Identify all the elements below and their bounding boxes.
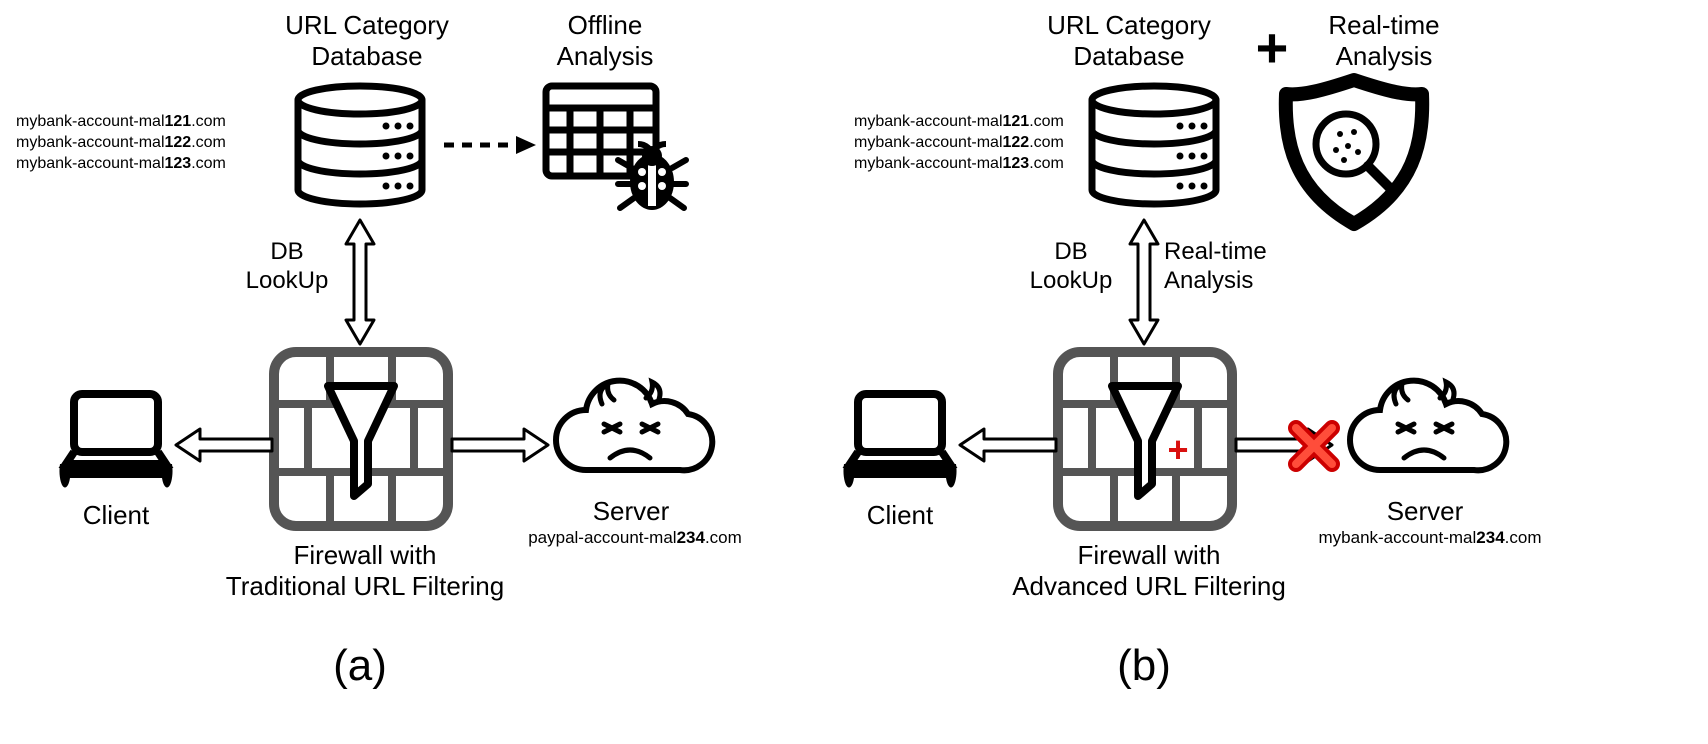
url-list-a: mybank-account-mal121.com mybank-account… [16, 112, 226, 174]
txt: Real-timeAnalysis [1164, 238, 1267, 294]
txt: DBLookUp [1030, 238, 1113, 294]
laptop-icon [56, 388, 176, 488]
panel-tag-a: (a) [320, 640, 400, 693]
url-row: mybank-account-mal123.com [16, 154, 226, 175]
s: .com [705, 528, 742, 547]
s: .com [191, 113, 226, 130]
s: .com [1029, 155, 1064, 172]
p: mybank-account-mal [854, 155, 1003, 172]
evil-cloud-icon [1340, 380, 1510, 490]
txt: Firewall withTraditional URL Filtering [226, 540, 504, 601]
p: mybank-account-mal [854, 134, 1003, 151]
database-icon [1084, 84, 1224, 212]
evil-cloud-icon [546, 380, 716, 490]
b: 123 [165, 155, 192, 172]
p: mybank-account-mal [16, 113, 165, 130]
b: 234 [1476, 528, 1504, 547]
b: 122 [165, 134, 192, 151]
label-db-header-b: URL CategoryDatabase [999, 10, 1259, 72]
label-server-url-a: paypal-account-mal234.com [500, 528, 770, 548]
offline-analysis-icon [540, 80, 690, 220]
label-offline-header: OfflineAnalysis [505, 10, 705, 72]
firewall-icon [268, 346, 454, 532]
txt: Client [83, 500, 149, 530]
url-list-b: mybank-account-mal121.com mybank-account… [854, 112, 1064, 174]
shield-scan-icon [1274, 72, 1434, 232]
double-arrow-vertical-icon [342, 218, 378, 346]
label-db-header-a: URL CategoryDatabase [237, 10, 497, 72]
red-plus-icon: + [1158, 428, 1198, 471]
txt: (a) [333, 641, 387, 690]
block-x-icon [1286, 418, 1342, 474]
txt: URL CategoryDatabase [1047, 10, 1211, 71]
url-row: mybank-account-mal121.com [854, 112, 1064, 133]
label-fw-caption-b: Firewall withAdvanced URL Filtering [994, 540, 1304, 602]
panel-a: URL CategoryDatabase OfflineAnalysis myb… [0, 0, 854, 744]
panel-b: URL CategoryDatabase + Real-timeAnalysis… [854, 0, 1708, 744]
txt: DBLookUp [246, 238, 329, 294]
txt: Client [867, 500, 933, 530]
arrow-left-icon [172, 425, 272, 465]
label-fw-caption-a: Firewall withTraditional URL Filtering [210, 540, 520, 602]
b: 121 [1003, 113, 1030, 130]
txt: OfflineAnalysis [557, 10, 654, 71]
label-server-b: Server [1340, 496, 1510, 527]
s: .com [1505, 528, 1542, 547]
label-client-a: Client [46, 500, 186, 531]
arrow-left-icon [956, 425, 1056, 465]
txt: Real-timeAnalysis [1328, 10, 1439, 71]
dashed-arrow-icon [440, 130, 540, 160]
label-rt-header: Real-timeAnalysis [1284, 10, 1484, 72]
panel-tag-b: (b) [1104, 640, 1184, 693]
url-row: mybank-account-mal122.com [16, 133, 226, 154]
url-row: mybank-account-mal121.com [16, 112, 226, 133]
arrow-right-icon [452, 425, 552, 465]
p: paypal-account-mal [528, 528, 676, 547]
label-rt-analysis-link: Real-timeAnalysis [1164, 238, 1324, 296]
b: 123 [1003, 155, 1030, 172]
s: .com [191, 155, 226, 172]
label-server-url-b: mybank-account-mal234.com [1290, 528, 1570, 548]
s: .com [191, 134, 226, 151]
s: .com [1029, 134, 1064, 151]
double-arrow-vertical-icon [1126, 218, 1162, 346]
p: mybank-account-mal [16, 134, 165, 151]
label-server-a: Server [546, 496, 716, 527]
s: .com [1029, 113, 1064, 130]
txt: (b) [1117, 641, 1171, 690]
txt: Firewall withAdvanced URL Filtering [1012, 540, 1286, 601]
firewall-icon [1052, 346, 1238, 532]
label-dblookup-a: DBLookUp [232, 238, 342, 296]
p: mybank-account-mal [854, 113, 1003, 130]
database-icon [290, 84, 430, 212]
label-client-b: Client [830, 500, 970, 531]
txt: + [1167, 429, 1188, 470]
url-row: mybank-account-mal123.com [854, 154, 1064, 175]
txt: URL CategoryDatabase [285, 10, 449, 71]
url-row: mybank-account-mal122.com [854, 133, 1064, 154]
p: mybank-account-mal [1319, 528, 1477, 547]
p: mybank-account-mal [16, 155, 165, 172]
b: 122 [1003, 134, 1030, 151]
txt: Server [1387, 496, 1464, 526]
b: 234 [677, 528, 705, 547]
txt: Server [593, 496, 670, 526]
b: 121 [165, 113, 192, 130]
label-dblookup-b: DBLookUp [1016, 238, 1126, 296]
laptop-icon [840, 388, 960, 488]
